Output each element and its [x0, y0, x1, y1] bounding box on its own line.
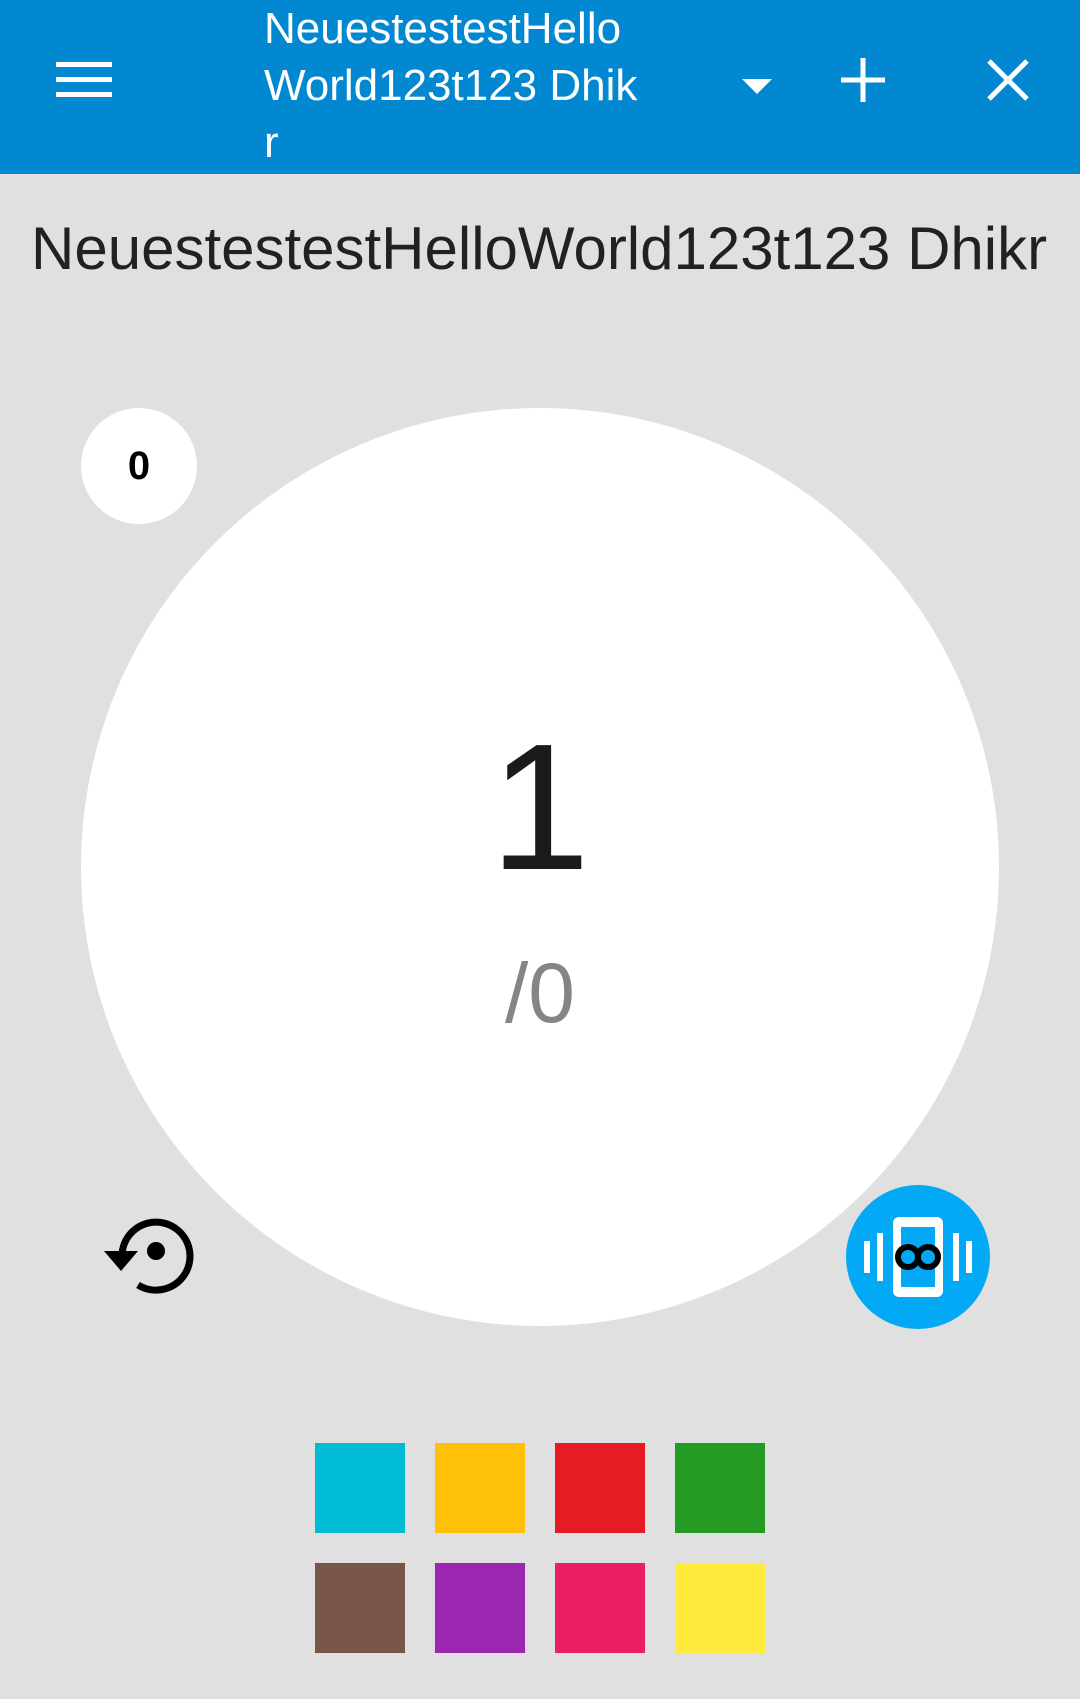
page-title: NeuestestestHelloWorld123t123 Dhikr	[31, 215, 1048, 282]
count-target: /0	[504, 946, 576, 1040]
color-swatch-purple[interactable]	[435, 1563, 525, 1653]
color-swatch-pink[interactable]	[555, 1563, 645, 1653]
color-swatch-brown[interactable]	[315, 1563, 405, 1653]
color-swatch-red[interactable]	[555, 1443, 645, 1533]
dhikr-selector-title: NeuestestestHelloWorld123t123 Dhikr	[264, 4, 638, 167]
reset-history-icon	[104, 1218, 194, 1294]
color-swatch-yellow[interactable]	[675, 1563, 765, 1653]
vibrate-button[interactable]	[846, 1185, 990, 1329]
color-swatch-cyan[interactable]	[315, 1443, 405, 1533]
close-button[interactable]	[968, 40, 1048, 120]
dropdown-arrow-icon	[740, 70, 774, 104]
count-value: 1	[489, 707, 591, 908]
color-swatch-green[interactable]	[675, 1443, 765, 1533]
dhikr-selector-dropdown[interactable]: NeuestestestHelloWorld123t123 Dhikr	[264, 0, 784, 174]
plus-icon	[841, 58, 885, 102]
round-count-badge: 0	[81, 408, 197, 524]
reset-button[interactable]	[100, 1205, 200, 1305]
menu-button[interactable]	[44, 40, 124, 120]
close-icon	[987, 59, 1029, 101]
app-bar: NeuestestestHelloWorld123t123 Dhikr	[0, 0, 1080, 174]
add-button[interactable]	[823, 40, 903, 120]
vibrate-infinite-icon	[864, 1217, 972, 1297]
hamburger-menu-icon	[56, 62, 112, 97]
color-swatch-amber[interactable]	[435, 1443, 525, 1533]
